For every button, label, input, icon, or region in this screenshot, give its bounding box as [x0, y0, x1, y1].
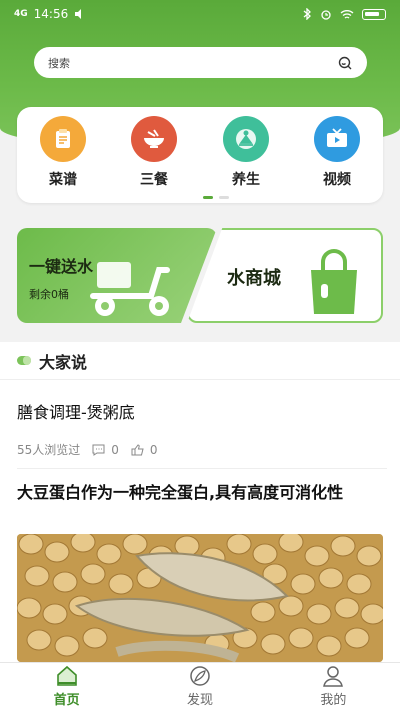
article-title[interactable]: 大豆蛋白作为一种完全蛋白,具有高度可消化性 [17, 482, 383, 504]
article-item[interactable]: 大豆蛋白作为一种完全蛋白,具有高度可消化性 [17, 482, 383, 504]
discover-icon [190, 666, 210, 686]
category-label: 菜谱 [49, 172, 77, 188]
article-item[interactable]: 膳食调理-煲粥底 55人浏览过 0 0 [17, 399, 383, 458]
article-title[interactable]: 膳食调理-煲粥底 [17, 399, 383, 423]
water-shop-card[interactable]: 水商城 [187, 228, 383, 323]
remaining-count: 剩余0桶 [29, 288, 69, 301]
send-water-card[interactable]: 一键送水 剩余0桶 [17, 228, 217, 323]
clock: 14:56 [33, 7, 69, 21]
battery-icon [362, 8, 386, 20]
alarm-icon [321, 10, 331, 20]
scooter-icon [90, 262, 170, 316]
soybean-photo [17, 534, 383, 662]
recipe-icon [40, 116, 86, 162]
search-icon[interactable] [337, 55, 353, 71]
page-dot-active [203, 196, 213, 199]
tab-label: 发现 [186, 693, 213, 708]
category-panel: 菜谱 三餐 养生 视频 [17, 107, 383, 203]
category-meals[interactable]: 三餐 [124, 116, 184, 189]
speaker-icon [75, 9, 82, 19]
bowl-icon [131, 116, 177, 162]
water-section: 一键送水 剩余0桶 水商城 [17, 228, 383, 323]
search-input[interactable]: 搜索 [48, 55, 337, 71]
send-water-label: 一键送水 [29, 257, 94, 276]
search-bar[interactable]: 搜索 [34, 47, 367, 78]
category-video[interactable]: 视频 [307, 116, 367, 189]
tab-label: 我的 [320, 693, 347, 708]
community-section: 大家说 膳食调理-煲粥底 55人浏览过 0 0 大豆蛋白作为一种完全蛋白,具有高… [0, 342, 400, 662]
comment-count: 0 [111, 442, 119, 457]
wifi-icon [340, 9, 354, 19]
home-screen: 4G 14:56 搜索 菜谱 三餐 养生 视频 一键送水 剩余0桶 水商城 大家… [0, 0, 400, 710]
home-icon [56, 665, 77, 686]
status-bar: 4G 14:56 [0, 0, 400, 28]
water-shop-label: 水商城 [227, 268, 281, 289]
page-dot [219, 196, 229, 199]
category-wellness[interactable]: 养生 [216, 116, 276, 189]
article-image[interactable] [17, 534, 383, 662]
category-label: 三餐 [140, 172, 168, 188]
section-marker-icon [17, 356, 31, 365]
page-indicator [203, 196, 229, 199]
category-label: 养生 [232, 172, 260, 188]
tab-profile[interactable]: 我的 [267, 663, 400, 710]
like-count: 0 [149, 442, 158, 457]
wellness-icon [223, 116, 269, 162]
bottom-tab-bar: 首页 发现 我的 [0, 662, 400, 710]
tab-discover[interactable]: 发现 [133, 663, 266, 710]
category-label: 视频 [323, 172, 351, 188]
tab-home[interactable]: 首页 [0, 663, 133, 710]
profile-icon [323, 666, 344, 687]
view-count: 55人浏览过 [17, 443, 81, 457]
like-icon[interactable] [131, 443, 144, 456]
tv-icon [314, 116, 360, 162]
shopping-bag-icon [311, 249, 357, 314]
section-header: 大家说 [0, 342, 400, 380]
bluetooth-icon [303, 8, 311, 20]
divider [17, 468, 387, 469]
category-recipe[interactable]: 菜谱 [33, 116, 93, 189]
signal-indicator: 4G [14, 8, 28, 19]
article-meta: 55人浏览过 0 0 [17, 441, 383, 458]
comment-icon[interactable] [92, 444, 105, 456]
tab-label: 首页 [53, 693, 80, 708]
section-title: 大家说 [39, 352, 88, 372]
